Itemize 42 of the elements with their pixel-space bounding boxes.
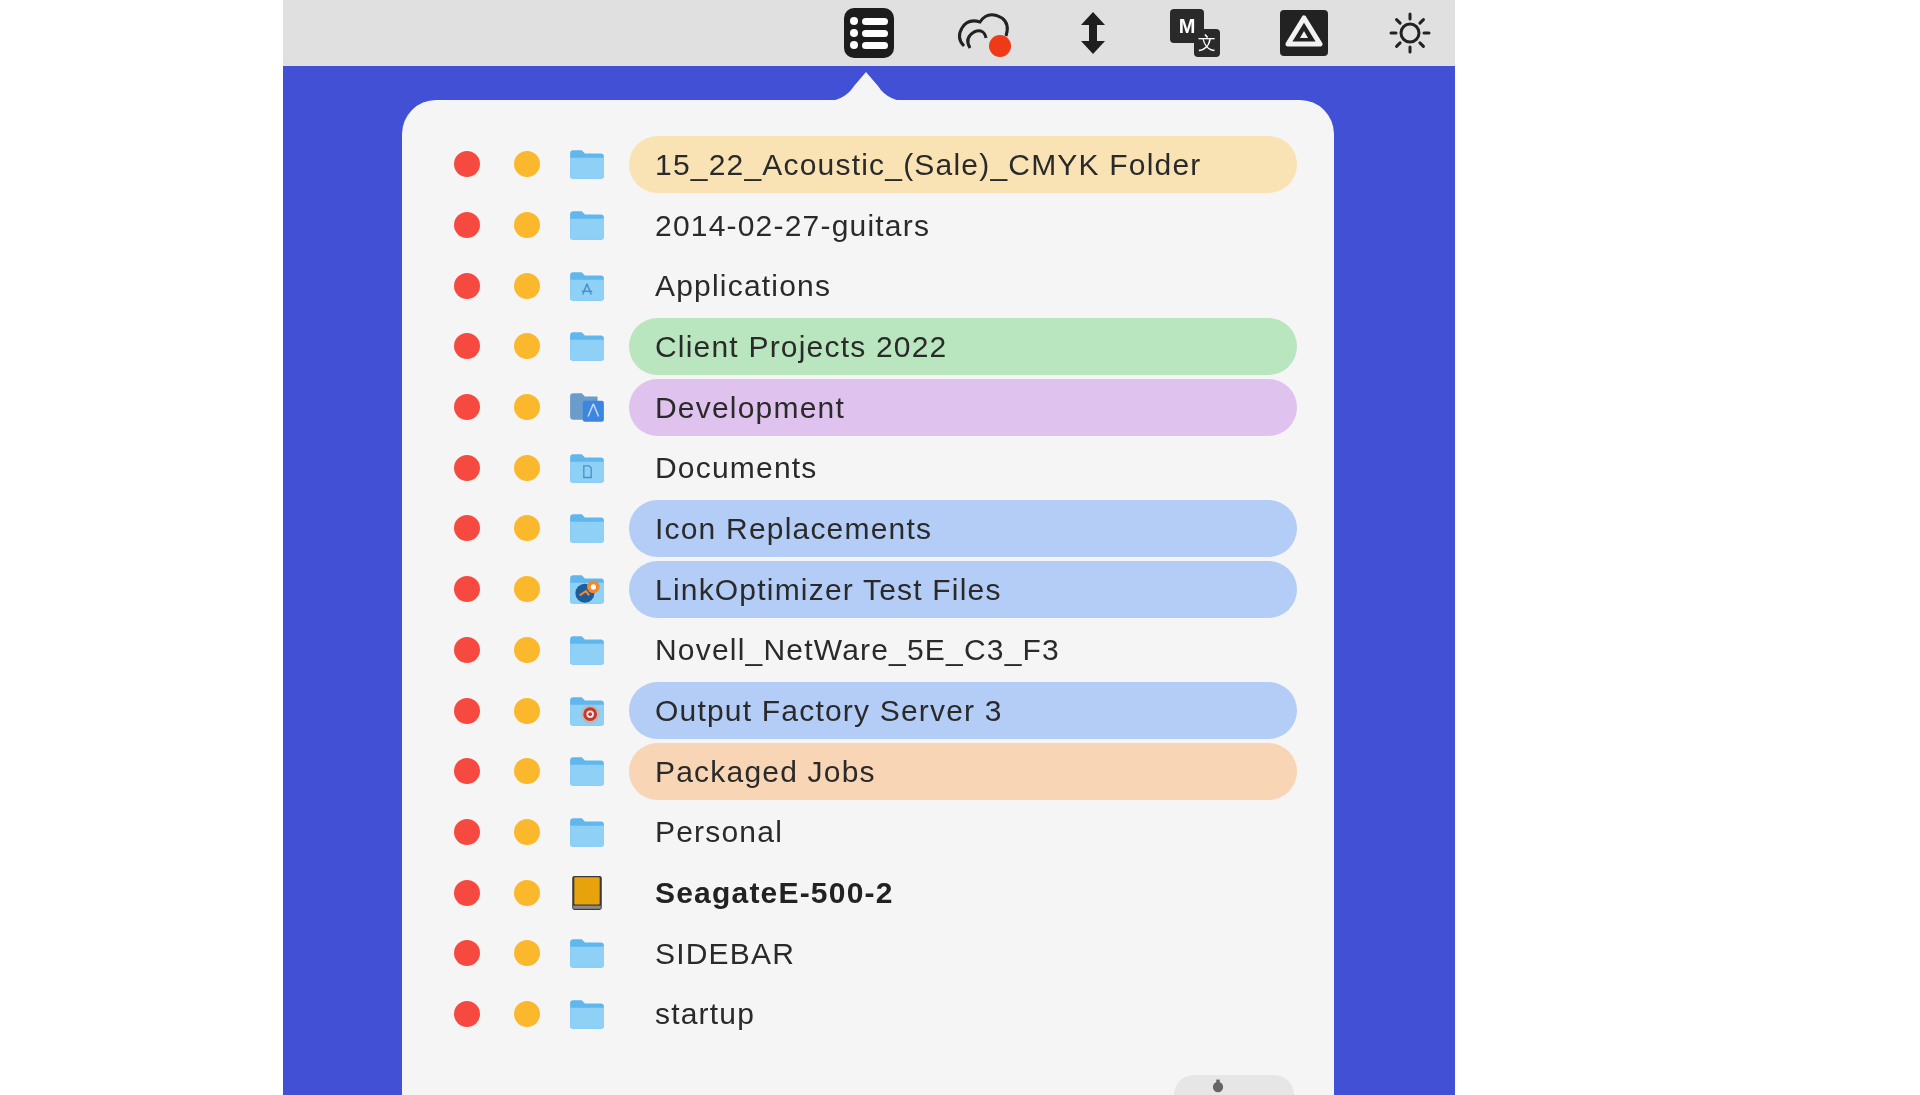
folder-item[interactable]: Documents — [629, 439, 1297, 497]
gear-folder-icon — [568, 572, 606, 607]
remove-button[interactable] — [454, 818, 480, 845]
remove-button[interactable] — [454, 758, 480, 785]
remove-button[interactable] — [454, 697, 480, 724]
remove-button[interactable] — [454, 1000, 480, 1027]
remove-button[interactable] — [454, 636, 480, 663]
folder-item[interactable]: Applications — [629, 257, 1297, 315]
folder-item[interactable]: Output Factory Server 3 — [629, 682, 1297, 740]
folder-item[interactable]: Personal — [629, 803, 1297, 861]
folder-item[interactable]: Client Projects 2022 — [629, 317, 1297, 375]
folder-item[interactable]: 15_22_Acoustic_(Sale)_CMYK Folder — [629, 135, 1297, 193]
remove-button[interactable] — [454, 333, 480, 360]
remove-button[interactable] — [454, 272, 480, 299]
developer-folder-icon — [568, 390, 606, 425]
folder-item[interactable]: Packaged Jobs — [629, 742, 1297, 800]
folder-item[interactable]: Novell_NetWare_5E_C3_F3 — [629, 621, 1297, 679]
list-icon[interactable] — [844, 8, 894, 58]
folder-icon — [568, 147, 606, 182]
remove-button[interactable] — [454, 212, 480, 239]
folder-icon — [568, 936, 606, 971]
folder-item[interactable]: Icon Replacements — [629, 499, 1297, 557]
folder-item[interactable]: Development — [629, 378, 1297, 436]
remove-button[interactable] — [454, 515, 480, 542]
settings-button[interactable] — [1174, 1075, 1294, 1095]
brightness-icon[interactable] — [1388, 11, 1432, 55]
folder-item[interactable]: SeagateE-500-2 — [629, 864, 1297, 922]
folder-item[interactable]: 2014-02-27-guitars — [629, 196, 1297, 254]
remove-button[interactable] — [454, 151, 480, 178]
remove-button[interactable] — [454, 576, 480, 603]
remove-button[interactable] — [454, 454, 480, 481]
triangle-app-icon[interactable] — [1280, 10, 1328, 56]
folder-icon — [568, 511, 606, 546]
remove-button[interactable] — [454, 394, 480, 421]
folder-icon — [568, 754, 606, 789]
folder-icon — [568, 208, 606, 243]
folder-item[interactable]: startup — [629, 985, 1297, 1043]
folder-item[interactable]: SIDEBAR — [629, 924, 1297, 982]
folder-item[interactable]: LinkOptimizer Test Files — [629, 560, 1297, 618]
remove-button[interactable] — [454, 879, 480, 906]
folder-icon — [568, 329, 606, 364]
remove-button[interactable] — [454, 940, 480, 967]
